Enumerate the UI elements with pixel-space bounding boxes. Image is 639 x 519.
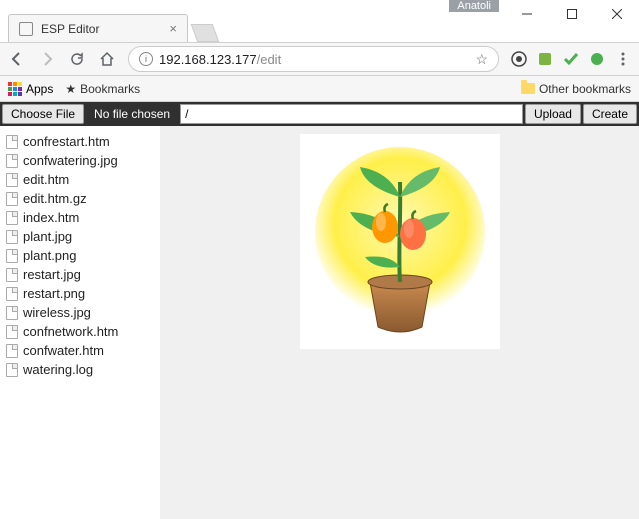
file-name: restart.jpg [23,267,81,282]
extension-icon-3[interactable] [563,51,579,67]
file-item[interactable]: confwatering.jpg [4,151,156,170]
file-icon [6,249,18,263]
file-item[interactable]: confrestart.htm [4,132,156,151]
file-icon [6,287,18,301]
apps-label: Apps [26,82,53,96]
file-name: plant.jpg [23,229,72,244]
file-item[interactable]: edit.htm.gz [4,189,156,208]
file-name: confwater.htm [23,343,104,358]
tab-favicon [19,22,33,36]
file-icon [6,363,18,377]
file-item[interactable]: wireless.jpg [4,303,156,322]
file-icon [6,154,18,168]
extension-icons [511,51,631,67]
editor-workspace: confrestart.htm confwatering.jpg edit.htm e… [0,126,639,519]
file-name: index.htm [23,210,79,225]
file-icon [6,211,18,225]
file-name: confwatering.jpg [23,153,118,168]
window-titlebar: Anatoli [0,0,639,12]
apps-shortcut[interactable]: Apps [8,82,53,96]
file-icon [6,344,18,358]
window-maximize-button[interactable] [549,0,594,28]
file-icon [6,192,18,206]
new-tab-button[interactable] [191,24,220,42]
choose-file-button[interactable]: Choose File [2,104,84,124]
window-minimize-button[interactable] [504,0,549,28]
file-name: wireless.jpg [23,305,91,320]
file-chosen-label: No file chosen [86,107,178,121]
file-item[interactable]: confwater.htm [4,341,156,360]
home-button[interactable] [98,50,116,68]
file-icon [6,230,18,244]
star-icon: ★ [65,82,76,96]
path-input[interactable] [180,104,523,124]
address-bar[interactable]: i 192.168.123.177/edit ☆ [128,46,499,72]
preview-image [300,134,500,349]
file-name: plant.png [23,248,77,263]
file-item[interactable]: edit.htm [4,170,156,189]
url-text: 192.168.123.177/edit [159,52,469,67]
extension-icon-2[interactable] [537,51,553,67]
tab-close-icon[interactable]: × [169,21,177,36]
file-icon [6,268,18,282]
file-name: restart.png [23,286,85,301]
reload-button[interactable] [68,50,86,68]
file-icon [6,173,18,187]
file-item[interactable]: restart.png [4,284,156,303]
other-bookmarks-label: Other bookmarks [539,82,631,96]
preview-pane [160,126,639,519]
user-badge[interactable]: Anatoli [449,0,499,12]
editor-toolbar: Choose File No file chosen Upload Create [0,102,639,126]
extension-icon-4[interactable] [589,51,605,67]
forward-button[interactable] [38,50,56,68]
file-name: watering.log [23,362,93,377]
back-button[interactable] [8,50,26,68]
site-info-icon[interactable]: i [139,52,153,66]
bookmark-star-icon[interactable]: ☆ [475,51,488,68]
file-name: confrestart.htm [23,134,110,149]
browser-toolbar: i 192.168.123.177/edit ☆ [0,42,639,76]
bookmarks-label: Bookmarks [80,82,140,96]
file-name: confnetwork.htm [23,324,118,339]
file-icon [6,306,18,320]
file-name: edit.htm [23,172,69,187]
file-item[interactable]: index.htm [4,208,156,227]
bookmarks-folder[interactable]: ★ Bookmarks [65,82,140,96]
other-bookmarks[interactable]: Other bookmarks [521,82,631,96]
create-button[interactable]: Create [583,104,637,124]
tab-title: ESP Editor [41,22,161,36]
apps-icon [8,82,22,96]
file-item[interactable]: plant.png [4,246,156,265]
file-item[interactable]: watering.log [4,360,156,379]
chrome-menu-icon[interactable] [615,51,631,67]
file-item[interactable]: plant.jpg [4,227,156,246]
extension-icon-1[interactable] [511,51,527,67]
file-item[interactable]: confnetwork.htm [4,322,156,341]
file-name: edit.htm.gz [23,191,87,206]
upload-button[interactable]: Upload [525,104,581,124]
file-icon [6,135,18,149]
folder-icon [521,83,535,94]
browser-tab[interactable]: ESP Editor × [8,14,188,42]
file-item[interactable]: restart.jpg [4,265,156,284]
file-tree[interactable]: confrestart.htm confwatering.jpg edit.htm e… [0,126,160,519]
file-icon [6,325,18,339]
window-close-button[interactable] [594,0,639,28]
bookmarks-bar: Apps ★ Bookmarks Other bookmarks [0,76,639,102]
